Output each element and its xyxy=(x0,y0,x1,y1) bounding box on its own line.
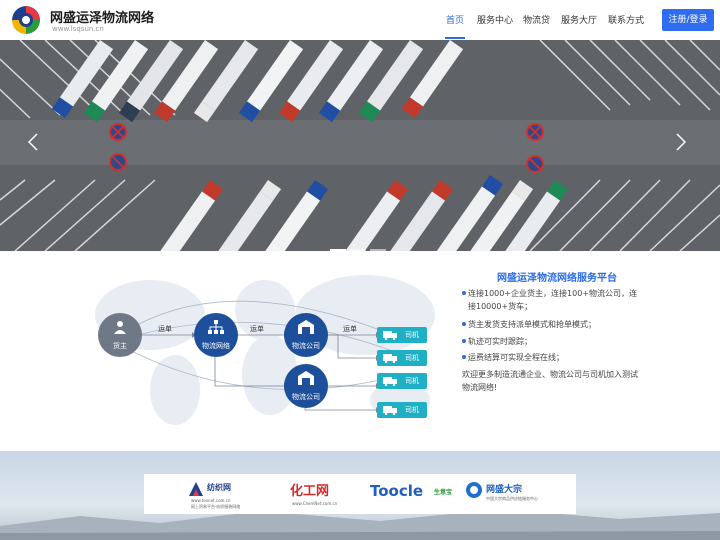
waybill-label: 运单 xyxy=(250,325,264,333)
driver-button[interactable]: 司机 xyxy=(377,350,427,366)
nav-home[interactable]: 首页 xyxy=(446,13,464,26)
driver-button[interactable]: 司机 xyxy=(377,327,427,343)
partner-wangsheng-dazong[interactable]: 网盛大宗 中国大宗商品供应链服务中心 xyxy=(466,474,556,514)
driver-button[interactable]: 司机 xyxy=(377,373,427,389)
warehouse-icon xyxy=(298,371,314,385)
site-url: www.lsqsun.cn xyxy=(52,25,104,33)
chevron-right-icon xyxy=(676,133,686,151)
next-slide-button[interactable] xyxy=(676,133,692,159)
feature-bullet: 轨迹可实时跟踪； xyxy=(462,335,644,348)
user-icon xyxy=(114,321,126,334)
warehouse-icon xyxy=(298,320,314,334)
truck-icon xyxy=(383,406,397,415)
waybill-label: 运单 xyxy=(343,325,357,333)
shipper-node: 货主 xyxy=(98,313,142,357)
chevron-left-icon xyxy=(28,133,38,151)
partner-texnet[interactable]: 纺织网 www.texnet.com.cn 网上贸易平台·纺织服装网络 xyxy=(189,474,259,514)
waybill-label: 运单 xyxy=(158,325,172,333)
nav-service-hall[interactable]: 服务大厅 xyxy=(561,13,597,26)
bullet-dot-icon xyxy=(462,322,466,326)
login-button[interactable]: 注册/登录 xyxy=(662,9,714,31)
logistics-company-label: 物流公司 xyxy=(292,342,320,350)
logistics-company-node: 物流公司 xyxy=(284,313,328,357)
truck-icon xyxy=(383,377,397,386)
shipper-label: 货主 xyxy=(113,342,127,350)
feature-bullet: 货主发货支持派单模式和抢单模式； xyxy=(462,318,644,331)
logistics-company-label: 物流公司 xyxy=(292,393,320,401)
logistics-company-node: 物流公司 xyxy=(284,364,328,408)
partner-chemnet[interactable]: 化工网 www.ChemNet.com.cn xyxy=(290,474,362,514)
network-node: 物流网络 xyxy=(194,313,238,357)
truck-icon xyxy=(383,354,397,363)
nav-contact[interactable]: 联系方式 xyxy=(608,13,644,26)
nav-service-center[interactable]: 服务中心 xyxy=(477,13,513,26)
logo-icon[interactable] xyxy=(12,6,40,34)
platform-title: 网盛运泽物流网络服务平台 xyxy=(497,273,617,284)
nav-logistics-loan[interactable]: 物流贷 xyxy=(523,13,550,26)
texnet-logo-icon xyxy=(189,482,203,496)
network-label: 物流网络 xyxy=(202,342,230,350)
wangsheng-dazong-logo-icon xyxy=(466,482,482,498)
nav-active-indicator xyxy=(445,37,465,39)
network-diagram: 货主 物流网络 物流公司 物流公司 运单 运单 运单 司机 司机 司机 司机 xyxy=(80,260,450,440)
prev-slide-button[interactable] xyxy=(28,133,44,159)
welcome-text: 欢迎更多制造流通企业、物流公司与司机加入测试物流网络! xyxy=(462,370,638,392)
hero-image xyxy=(0,40,720,251)
bullet-dot-icon xyxy=(462,291,466,295)
bullet-dot-icon xyxy=(462,339,466,343)
site-title[interactable]: 网盛运泽物流网络 xyxy=(50,7,154,26)
truck-icon xyxy=(383,331,397,340)
feature-bullet: 运费结算可实现全程在线； xyxy=(462,351,644,364)
feature-bullet: 连接1000+企业货主，连接100+物流公司，连接10000+货车； xyxy=(462,287,644,313)
site-header: 网盛运泽物流网络 www.lsqsun.cn 首页 服务中心 物流贷 服务大厅 … xyxy=(0,0,720,40)
network-icon xyxy=(208,320,224,334)
driver-button[interactable]: 司机 xyxy=(377,402,427,418)
partner-toocle[interactable]: Toocle 生意宝 xyxy=(370,474,452,514)
partners-bar: 纺织网 www.texnet.com.cn 网上贸易平台·纺织服装网络 化工网 … xyxy=(144,474,576,514)
hero-banner[interactable] xyxy=(0,40,720,251)
bullet-dot-icon xyxy=(462,355,466,359)
